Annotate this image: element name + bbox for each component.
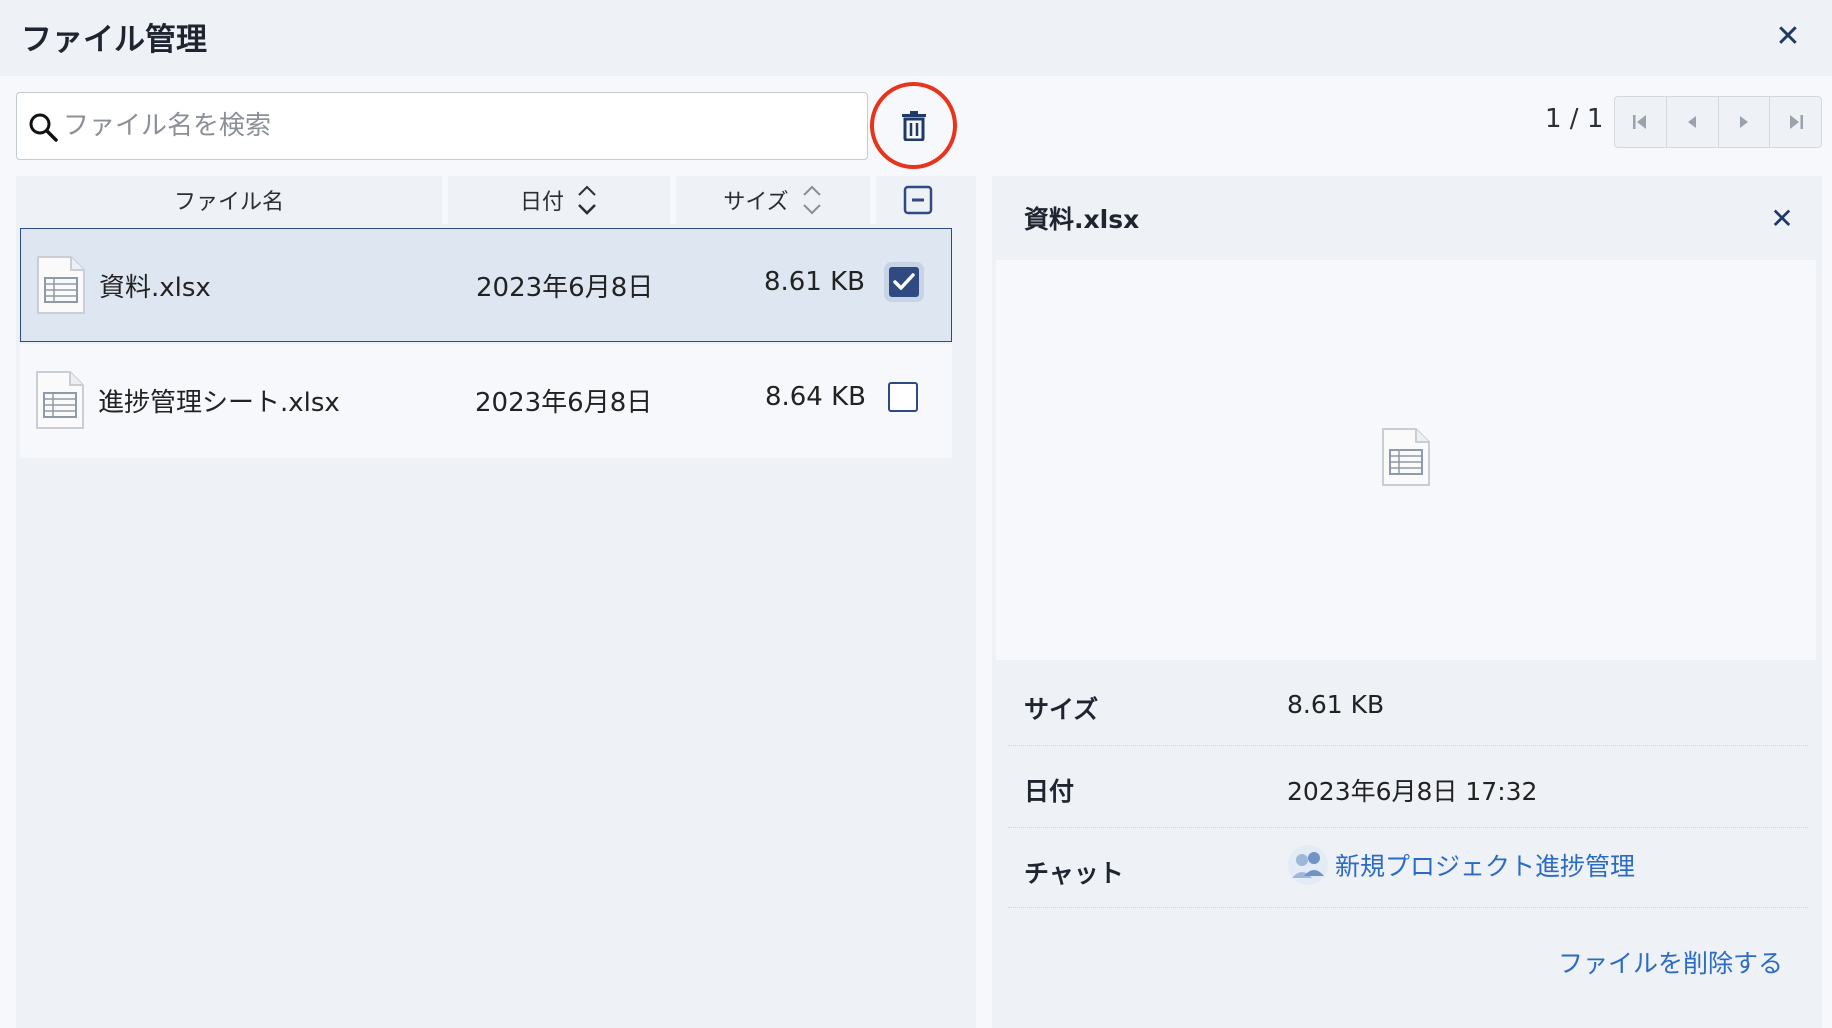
dialog-title: ファイル管理: [21, 22, 207, 58]
column-header-size[interactable]: サイズ: [676, 176, 876, 224]
sort-icon: [578, 185, 596, 215]
date-label: 日付: [1024, 777, 1075, 806]
detail-close-icon[interactable]: ✕: [1764, 200, 1800, 236]
file-size: 8.61 KB: [763, 267, 865, 297]
detail-title: 資料.xlsx: [1024, 205, 1140, 234]
file-name: 進捗管理シート.xlsx: [98, 388, 340, 418]
detail-size-row: サイズ 8.61 KB: [1008, 664, 1808, 746]
detail-date-row: 日付 2023年6月8日 17:32: [1008, 746, 1808, 828]
checkmark-icon: [893, 273, 915, 290]
file-size: 8.64 KB: [764, 382, 866, 412]
delete-file-link[interactable]: ファイルを削除する: [1558, 944, 1783, 980]
spreadsheet-file-icon: [36, 371, 84, 429]
row-checkbox[interactable]: [888, 382, 918, 412]
last-page-button[interactable]: [1770, 97, 1821, 147]
column-header-name: ファイル名: [16, 176, 448, 224]
column-header-name-label: ファイル名: [173, 190, 284, 215]
next-page-button[interactable]: [1719, 97, 1771, 147]
deselect-all-checkbox-icon: [903, 185, 933, 215]
table-row[interactable]: 資料.xlsx 2023年6月8日 8.61 KB: [20, 228, 952, 342]
size-value: 8.61 KB: [1287, 690, 1385, 719]
chat-label: チャット: [1024, 859, 1124, 888]
trash-icon: [901, 110, 926, 141]
sort-icon: [802, 185, 821, 215]
search-box[interactable]: [16, 92, 868, 160]
group-avatar-icon: [1288, 845, 1328, 885]
dialog-header: ファイル管理 ✕: [0, 0, 1832, 76]
delete-selected-button[interactable]: [870, 82, 957, 169]
date-value: 2023年6月8日 17:32: [1287, 777, 1538, 806]
file-date: 2023年6月8日: [476, 273, 654, 303]
search-input[interactable]: [63, 97, 853, 155]
detail-chat-row: チャット 新規プロジェクト進捗管理: [1008, 828, 1808, 908]
row-checkbox[interactable]: [889, 267, 919, 297]
column-header-date-label: 日付: [519, 190, 564, 215]
pagination-controls: [1614, 96, 1822, 148]
chat-name: 新規プロジェクト進捗管理: [1335, 852, 1636, 881]
close-icon[interactable]: ✕: [1766, 14, 1810, 58]
column-header-date[interactable]: 日付: [448, 176, 676, 224]
next-page-icon: [1739, 116, 1748, 128]
prev-page-button[interactable]: [1667, 97, 1719, 147]
column-header-size-label: サイズ: [723, 190, 789, 215]
prev-page-icon: [1688, 116, 1697, 128]
table-row[interactable]: 進捗管理シート.xlsx 2023年6月8日 8.64 KB: [20, 344, 952, 458]
spreadsheet-file-icon: [1382, 428, 1430, 486]
first-page-icon: [1633, 115, 1647, 129]
spreadsheet-file-icon: [37, 256, 85, 314]
search-icon: [29, 113, 58, 142]
last-page-icon: [1789, 115, 1803, 129]
page-indicator: 1 / 1: [1545, 104, 1604, 134]
first-page-button[interactable]: [1615, 97, 1667, 147]
file-date: 2023年6月8日: [475, 388, 653, 418]
file-name: 資料.xlsx: [99, 273, 211, 303]
column-header-select[interactable]: [876, 176, 960, 224]
size-label: サイズ: [1024, 695, 1099, 724]
chat-link[interactable]: 新規プロジェクト進捗管理: [1287, 844, 1635, 886]
